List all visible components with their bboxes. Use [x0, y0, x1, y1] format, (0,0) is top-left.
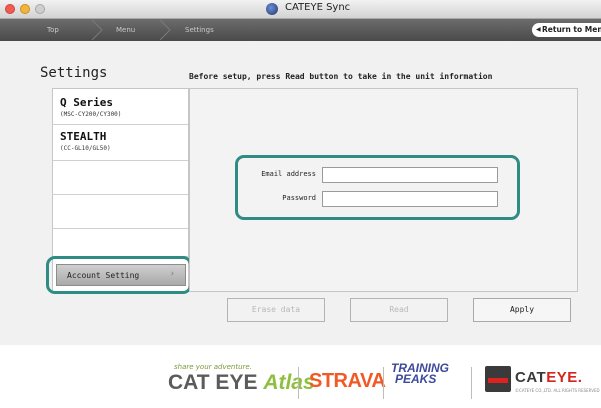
- partner-logo-footer: share your adventure. CAT EYE Atlas STRA…: [0, 345, 601, 408]
- cateye-logo-icon: [485, 366, 511, 392]
- close-window-button[interactable]: [5, 4, 15, 14]
- title-bar: CATEYE Sync: [0, 0, 601, 19]
- sidebar-item-model: (MSC-CY200/CY300): [60, 111, 122, 118]
- apply-button[interactable]: Apply: [473, 298, 571, 322]
- minimize-window-button[interactable]: [20, 4, 30, 14]
- app-window: CATEYE Sync Top Menu Settings ◀ Return t…: [0, 0, 601, 408]
- trainingpeaks-line2: PEAKS: [395, 372, 437, 386]
- cateye-logo: CATEYE.: [515, 369, 582, 386]
- trainingpeaks-logo: TRAINING PEAKS: [391, 362, 449, 386]
- account-setting-highlight: [46, 256, 192, 294]
- return-to-menu-button[interactable]: ◀ Return to Menu: [532, 23, 601, 37]
- sidebar-item-empty: [53, 161, 188, 195]
- sidebar-item-name: Q Series: [60, 96, 113, 109]
- left-arrow-icon: ◀: [536, 26, 541, 33]
- sidebar-item-stealth[interactable]: STEALTH (CC-GL10/GL50): [53, 125, 188, 161]
- cateye-app-icon: [266, 3, 278, 15]
- window-title: CATEYE Sync: [285, 2, 351, 13]
- sidebar-item-empty: [53, 195, 188, 229]
- breadcrumb-separator-icon: [91, 20, 103, 40]
- breadcrumb: Top Menu Settings ◀ Return to Menu: [0, 19, 601, 41]
- strava-logo: STRAVA: [309, 370, 386, 392]
- sidebar-item-q-series[interactable]: Q Series (MSC-CY200/CY300): [53, 89, 188, 125]
- logo-divider: [471, 367, 472, 399]
- copyright-text: ©CATEYE CO.,LTD. ALL RIGHTS RESERVED: [515, 388, 600, 393]
- page-title: Settings: [40, 65, 108, 81]
- read-button[interactable]: Read: [350, 298, 448, 322]
- logo-divider: [383, 367, 384, 399]
- cateye-cat: CAT: [515, 369, 547, 386]
- account-form-highlight: [235, 155, 520, 220]
- breadcrumb-menu[interactable]: Menu: [116, 19, 135, 41]
- zoom-window-button[interactable]: [35, 4, 45, 14]
- sidebar-item-empty: [53, 229, 188, 257]
- cateye-eye: EYE.: [546, 369, 583, 386]
- instruction-text: Before setup, press Read button to take …: [189, 72, 493, 81]
- atlas-brand: CAT EYE: [168, 371, 258, 394]
- sidebar-item-model: (CC-GL10/GL50): [60, 145, 111, 152]
- breadcrumb-separator-icon: [159, 20, 171, 40]
- erase-data-button[interactable]: Erase data: [227, 298, 325, 322]
- breadcrumb-settings: Settings: [185, 26, 214, 34]
- return-to-menu-label: Return to Menu: [542, 25, 601, 34]
- breadcrumb-top[interactable]: Top: [47, 19, 59, 41]
- atlas-tagline: share your adventure.: [174, 363, 252, 371]
- sidebar-item-name: STEALTH: [60, 130, 107, 143]
- atlas-name: Atlas: [263, 371, 315, 394]
- logo-divider: [298, 367, 299, 399]
- cateye-atlas-logo: CAT EYE Atlas: [168, 371, 315, 395]
